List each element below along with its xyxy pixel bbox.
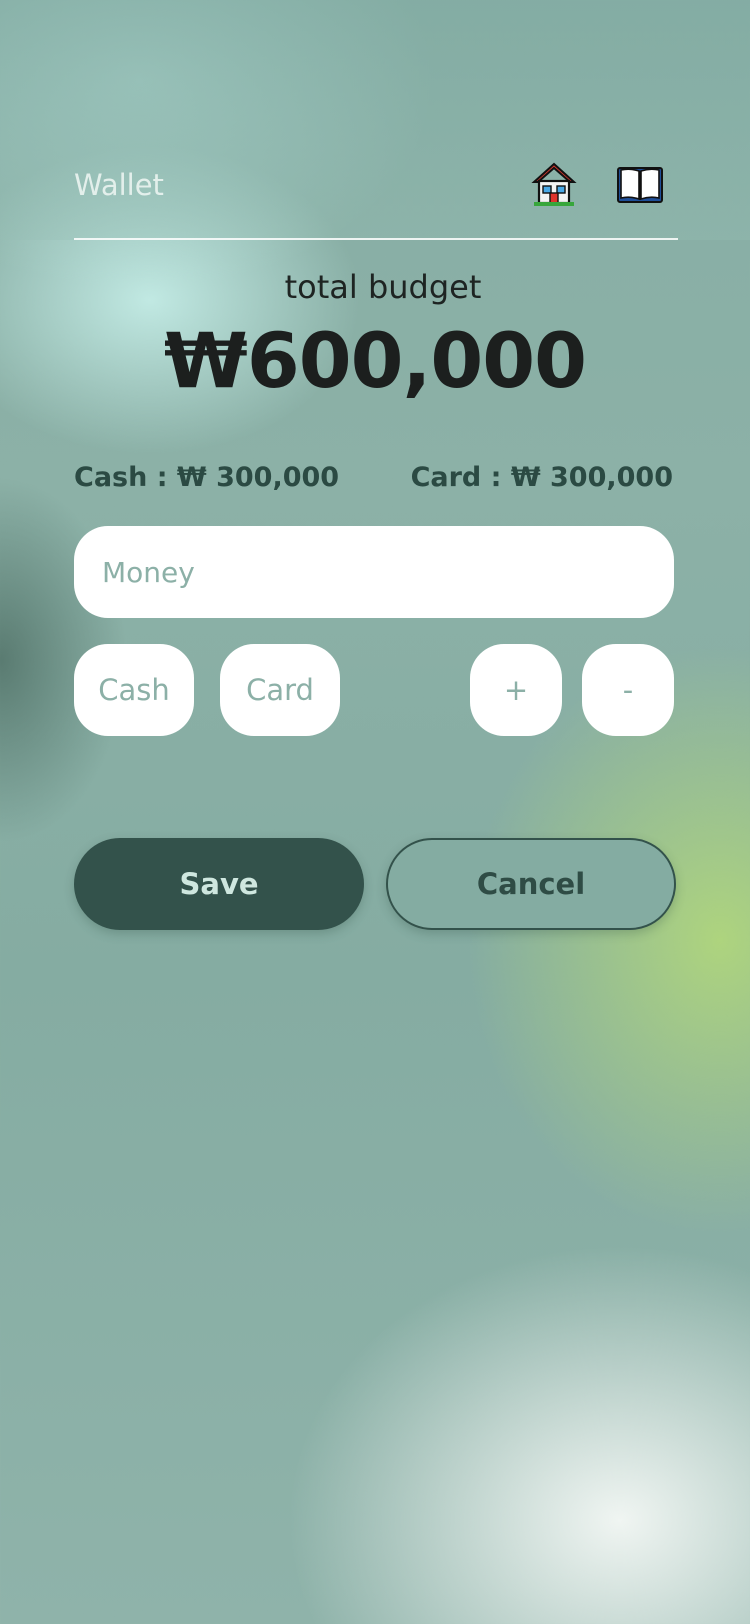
cash-button[interactable]: Cash bbox=[74, 644, 194, 736]
app-header: Wallet bbox=[74, 150, 678, 240]
budget-amount: ₩600,000 bbox=[164, 316, 587, 405]
home-icon[interactable] bbox=[530, 160, 578, 208]
budget-label: total budget bbox=[284, 268, 482, 306]
money-input[interactable] bbox=[74, 526, 674, 618]
card-button[interactable]: Card bbox=[220, 644, 340, 736]
add-button[interactable]: + bbox=[470, 644, 562, 736]
card-balance: Card : ₩ 300,000 bbox=[410, 462, 673, 493]
app-title: Wallet bbox=[74, 168, 164, 202]
subtract-button[interactable]: - bbox=[582, 644, 674, 736]
save-button[interactable]: Save bbox=[74, 838, 364, 930]
book-icon[interactable] bbox=[616, 160, 664, 208]
cancel-button[interactable]: Cancel bbox=[386, 838, 676, 930]
cash-balance: Cash : ₩ 300,000 bbox=[74, 462, 340, 493]
